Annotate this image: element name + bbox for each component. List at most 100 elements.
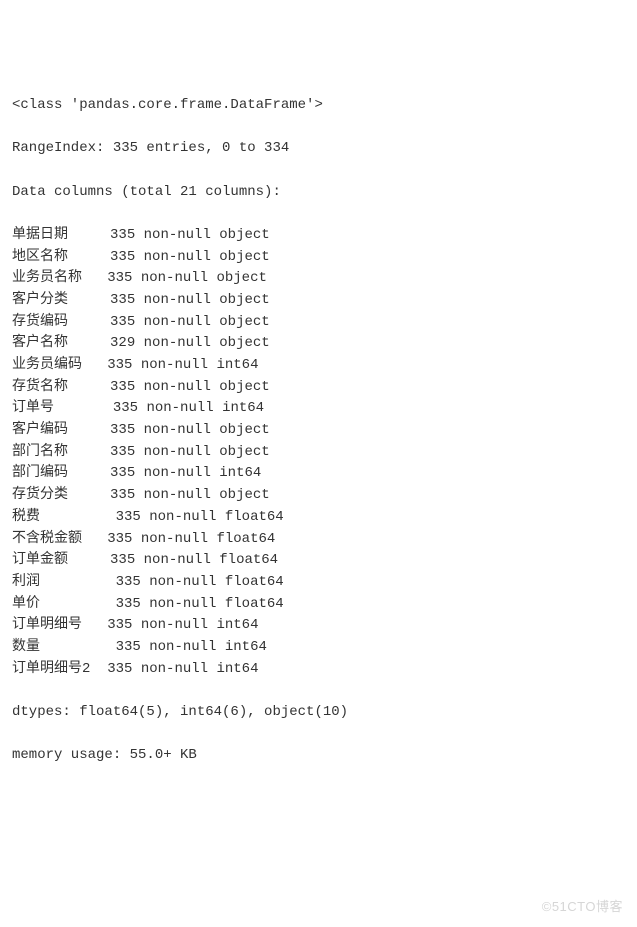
column-count: 335 [110,444,135,460]
column-row: 存货名称 335 non-null object [12,377,625,399]
nonnull-label: non-null [144,422,211,438]
column-count: 335 [110,379,135,395]
nonnull-label: non-null [144,227,211,243]
column-name: 利润 [12,574,107,590]
nonnull-label: non-null [149,574,216,590]
column-dtype: object [219,422,269,438]
nonnull-label: non-null [141,661,208,677]
nonnull-label: non-null [144,444,211,460]
column-count: 335 [113,400,138,416]
column-dtype: int64 [222,400,264,416]
column-row: 存货分类 335 non-null object [12,485,625,507]
column-dtype: object [219,335,269,351]
column-count: 335 [116,509,141,525]
column-name: 存货分类 [12,487,102,503]
column-dtype: float64 [225,509,284,525]
column-count: 335 [116,596,141,612]
column-row: 单价 335 non-null float64 [12,594,625,616]
column-name: 订单明细号2 [12,661,99,677]
column-count: 335 [110,227,135,243]
column-name: 单价 [12,596,107,612]
column-dtype: int64 [216,661,258,677]
column-dtype: object [216,270,266,286]
column-name: 税费 [12,509,107,525]
column-row: 存货编码 335 non-null object [12,312,625,334]
column-name: 单据日期 [12,227,102,243]
column-row: 客户分类 335 non-null object [12,290,625,312]
column-row: 单据日期 335 non-null object [12,225,625,247]
column-row: 不含税金额 335 non-null float64 [12,529,625,551]
column-name: 存货编码 [12,314,102,330]
column-row: 订单明细号 335 non-null int64 [12,615,625,637]
column-count: 335 [116,574,141,590]
column-dtype: int64 [219,465,261,481]
column-dtype: object [219,314,269,330]
column-count: 335 [110,292,135,308]
range-index-line: RangeIndex: 335 entries, 0 to 334 [12,138,625,160]
column-count: 335 [110,487,135,503]
column-dtype: object [219,292,269,308]
column-name: 存货名称 [12,379,102,395]
column-count: 335 [107,661,132,677]
nonnull-label: non-null [141,357,208,373]
column-name: 业务员编码 [12,357,99,373]
column-dtype: int64 [216,357,258,373]
columns-header-line: Data columns (total 21 columns): [12,182,625,204]
column-row: 客户名称 329 non-null object [12,333,625,355]
column-dtype: object [219,379,269,395]
nonnull-label: non-null [149,639,216,655]
column-count: 335 [110,552,135,568]
nonnull-label: non-null [141,617,208,633]
column-count: 335 [107,617,132,633]
column-name: 订单金额 [12,552,102,568]
watermark: ©51CTO博客 [542,897,623,917]
column-row: 数量 335 non-null int64 [12,637,625,659]
column-count: 329 [110,335,135,351]
column-row: 业务员编码 335 non-null int64 [12,355,625,377]
column-dtype: int64 [216,617,258,633]
column-dtype: float64 [219,552,278,568]
column-row: 部门编码 335 non-null int64 [12,463,625,485]
column-count: 335 [116,639,141,655]
nonnull-label: non-null [144,379,211,395]
column-dtype: object [219,487,269,503]
column-name: 部门名称 [12,444,102,460]
column-row: 地区名称 335 non-null object [12,247,625,269]
nonnull-label: non-null [141,531,208,547]
column-dtype: int64 [225,639,267,655]
column-row: 订单金额 335 non-null float64 [12,550,625,572]
nonnull-label: non-null [144,314,211,330]
column-name: 客户分类 [12,292,102,308]
nonnull-label: non-null [144,552,211,568]
column-name: 业务员名称 [12,270,99,286]
column-row: 税费 335 non-null float64 [12,507,625,529]
column-count: 335 [107,531,132,547]
memory-line: memory usage: 55.0+ KB [12,745,625,767]
column-dtype: float64 [225,574,284,590]
column-row: 业务员名称 335 non-null object [12,268,625,290]
column-count: 335 [110,314,135,330]
column-row: 订单号 335 non-null int64 [12,398,625,420]
column-name: 客户名称 [12,335,102,351]
df-class-line: <class 'pandas.core.frame.DataFrame'> [12,95,625,117]
nonnull-label: non-null [149,509,216,525]
column-name: 数量 [12,639,107,655]
column-dtype: object [219,249,269,265]
column-name: 不含税金额 [12,531,99,547]
nonnull-label: non-null [144,335,211,351]
column-count: 335 [107,357,132,373]
nonnull-label: non-null [144,465,211,481]
column-row: 客户编码 335 non-null object [12,420,625,442]
column-count: 335 [107,270,132,286]
column-dtype: float64 [216,531,275,547]
column-row: 部门名称 335 non-null object [12,442,625,464]
column-count: 335 [110,422,135,438]
dtypes-line: dtypes: float64(5), int64(6), object(10) [12,702,625,724]
column-dtype: object [219,227,269,243]
columns-list: 单据日期 335 non-null object地区名称 335 non-nul… [12,225,625,680]
column-count: 335 [110,249,135,265]
column-dtype: float64 [225,596,284,612]
column-name: 客户编码 [12,422,102,438]
column-name: 订单明细号 [12,617,99,633]
nonnull-label: non-null [144,292,211,308]
